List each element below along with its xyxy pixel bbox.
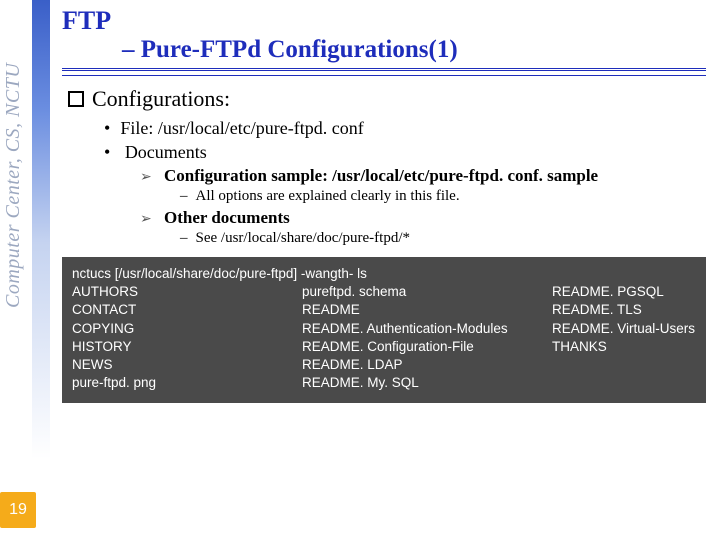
terminal-row: COPYING README. Authentication-Modules R… [72, 320, 696, 338]
terminal-cell: README. Configuration-File [302, 338, 552, 356]
terminal-cell: pureftpd. schema [302, 283, 552, 301]
bullet-config-sample: Configuration sample: /usr/local/etc/pur… [140, 166, 706, 205]
terminal-prompt: nctucs [/usr/local/share/doc/pure-ftpd] … [72, 265, 696, 283]
terminal-row: pure-ftpd. png README. My. SQL [72, 374, 696, 392]
terminal-cell: COPYING [72, 320, 302, 338]
bullet-documents: Documents Configuration sample: /usr/loc… [104, 142, 706, 247]
terminal-cell: README. Virtual-Users [552, 320, 695, 338]
gradient-strip [32, 0, 50, 540]
bullet-documents-text: Documents [125, 142, 207, 162]
title-line1: FTP [62, 6, 706, 36]
square-bullet-icon [68, 91, 84, 107]
terminal-cell: README. PGSQL [552, 283, 664, 301]
bullet-config-sample-sub: All options are explained clearly in thi… [180, 188, 706, 205]
terminal-row: NEWS README. LDAP [72, 356, 696, 374]
title-divider [62, 68, 706, 76]
terminal-cell: README. LDAP [302, 356, 552, 374]
terminal-cell: README. My. SQL [302, 374, 552, 392]
terminal-cell: README [302, 301, 552, 319]
bullet-other-docs: Other documents See /usr/local/share/doc… [140, 208, 706, 247]
bullet-list-level1: File: /usr/local/etc/pure-ftpd. conf Doc… [104, 118, 706, 247]
terminal-cell: HISTORY [72, 338, 302, 356]
bullet-list-level2: Configuration sample: /usr/local/etc/pur… [140, 166, 706, 247]
terminal-row: HISTORY README. Configuration-File THANK… [72, 338, 696, 356]
slide-content: FTP – Pure-FTPd Configurations(1) Config… [62, 6, 706, 403]
terminal-cell: CONTACT [72, 301, 302, 319]
page-number-badge: 19 [0, 492, 36, 528]
section-heading-text: Configurations: [92, 86, 230, 111]
terminal-cell: README. Authentication-Modules [302, 320, 552, 338]
terminal-output: nctucs [/usr/local/share/doc/pure-ftpd] … [62, 257, 706, 403]
bullet-file: File: /usr/local/etc/pure-ftpd. conf [104, 118, 706, 139]
bullet-other-docs-sub: See /usr/local/share/doc/pure-ftpd/* [180, 230, 706, 247]
bullet-list-level3b: See /usr/local/share/doc/pure-ftpd/* [180, 230, 706, 247]
terminal-cell: README. TLS [552, 301, 642, 319]
sidebar-label: Computer Center, CS, NCTU [2, 8, 30, 308]
bullet-config-sample-text: Configuration sample: /usr/local/etc/pur… [164, 166, 598, 185]
section-heading: Configurations: [68, 86, 706, 112]
terminal-row: AUTHORS pureftpd. schema README. PGSQL [72, 283, 696, 301]
bullet-other-docs-text: Other documents [164, 208, 290, 227]
terminal-cell: pure-ftpd. png [72, 374, 302, 392]
bullet-list-level3a: All options are explained clearly in thi… [180, 188, 706, 205]
terminal-cell: AUTHORS [72, 283, 302, 301]
terminal-cell: NEWS [72, 356, 302, 374]
terminal-row: CONTACT README README. TLS [72, 301, 696, 319]
title-line2: – Pure-FTPd Configurations(1) [122, 36, 706, 64]
terminal-cell: THANKS [552, 338, 607, 356]
